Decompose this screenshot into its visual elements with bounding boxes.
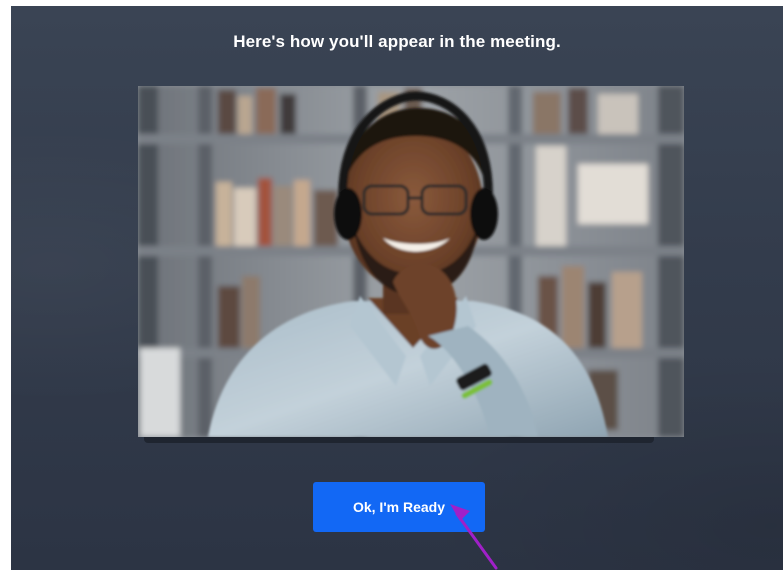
ready-button[interactable]: Ok, I'm Ready	[313, 482, 485, 532]
page-title: Here's how you'll appear in the meeting.	[233, 32, 561, 51]
camera-preview-image	[138, 86, 684, 437]
meeting-preview-dialog: Here's how you'll appear in the meeting.	[11, 6, 783, 570]
camera-preview	[138, 86, 684, 437]
